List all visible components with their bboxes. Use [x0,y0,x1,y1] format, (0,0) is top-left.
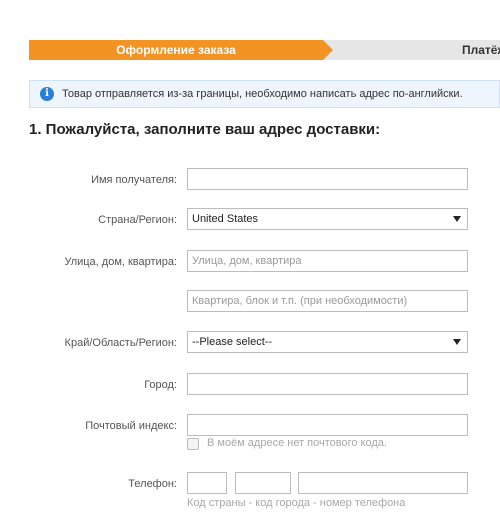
zip-label: Почтовый индекс: [85,420,177,432]
section-title: 1. Пожалуйста, заполните ваш адрес доста… [29,121,381,138]
phone-label: Телефон: [128,478,177,490]
no-zip-label[interactable]: В моём адресе нет почтового кода. [207,437,387,449]
step-order-placement: Оформление заказа [29,40,323,60]
zip-input[interactable] [187,414,468,436]
state-label: Край/Область/Регион: [64,337,177,349]
street-label: Улица, дом, квартира: [64,256,177,268]
country-select-value: United States [192,213,259,225]
info-notice: i Товар отправляется из-за границы, необ… [29,80,500,108]
country-label: Страна/Регион: [98,214,177,226]
recipient-name-input[interactable] [187,168,468,190]
street-input[interactable]: Улица, дом, квартира [187,250,468,272]
phone-country-code-input[interactable] [187,472,227,494]
state-select-value: --Please select-- [192,336,273,348]
notice-text: Товар отправляется из-за границы, необхо… [62,88,463,100]
phone-number-input[interactable] [298,472,468,494]
dropdown-arrow-icon [453,339,461,345]
phone-hint: Код страны - код города - номер телефона [187,497,406,509]
info-icon: i [40,87,54,101]
dropdown-arrow-icon [453,216,461,222]
city-input[interactable] [187,373,468,395]
phone-area-code-input[interactable] [235,472,291,494]
state-select[interactable]: --Please select-- [187,331,468,353]
apartment-input[interactable]: Квартира, блок и т.п. (при необходимости… [187,290,468,312]
country-select[interactable]: United States [187,208,468,230]
recipient-label: Имя получателя: [91,174,177,186]
no-zip-checkbox[interactable] [187,438,199,450]
checkout-steps: Оформление заказа Платёж [29,40,500,60]
city-label: Город: [144,379,177,391]
step-payment: Платёж [462,43,500,57]
step-arrow [323,40,333,60]
